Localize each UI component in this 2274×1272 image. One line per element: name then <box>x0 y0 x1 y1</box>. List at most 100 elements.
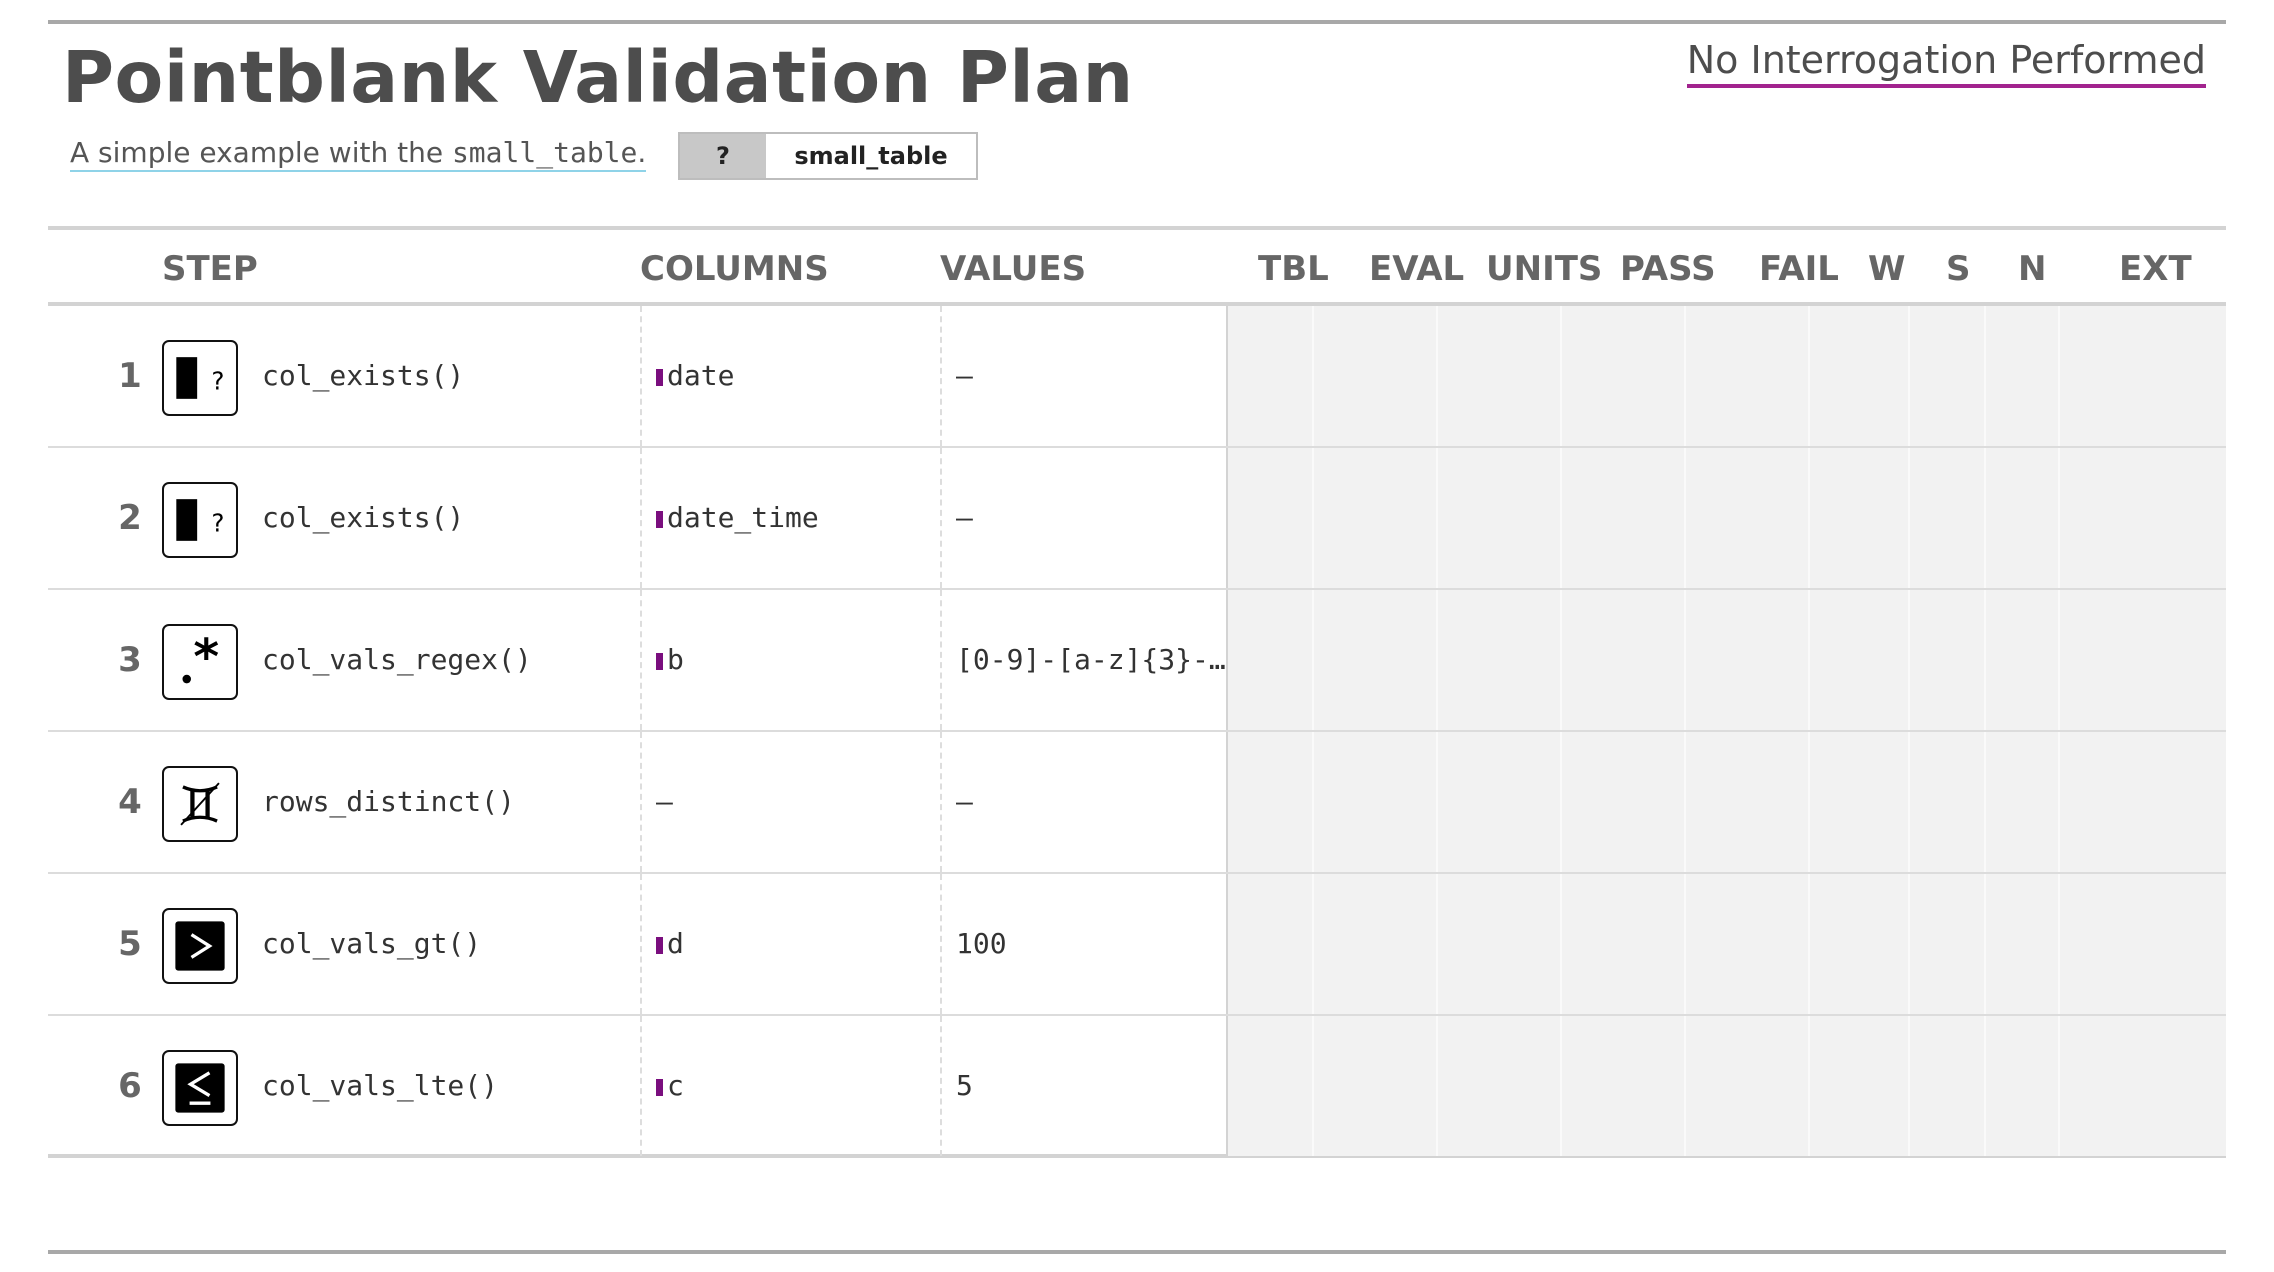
gemini-icon <box>162 766 238 842</box>
table-name-badge: small_table <box>766 134 976 178</box>
validation-table: STEP COLUMNS VALUES TBL EVAL UNITS PASS … <box>48 226 2226 1158</box>
header-n: N <box>2018 249 2047 289</box>
column-name: b <box>667 643 684 676</box>
header-values: VALUES <box>940 249 1087 289</box>
column-separator <box>1684 874 1686 1014</box>
step-number: 3 <box>118 640 142 680</box>
column-separator <box>1312 1016 1314 1156</box>
header-columns: COLUMNS <box>640 249 829 289</box>
table-row: 3 * col_vals_regex() b [0-9]-[a-z]{3}-… <box>48 590 2226 732</box>
table-badge: ? small_table <box>678 132 978 180</box>
step-values: 5 <box>940 1016 1240 1156</box>
column-separator <box>1984 448 1986 588</box>
header-tbl: TBL <box>1258 249 1329 289</box>
step-number: 1 <box>118 356 142 396</box>
column-separator <box>1436 590 1438 730</box>
table-row: 4 rows_distinct() — — <box>48 732 2226 874</box>
column-separator <box>1908 874 1910 1014</box>
subtitle-code: small_table <box>451 136 638 169</box>
column-separator <box>1312 448 1314 588</box>
greater-than-icon <box>162 908 238 984</box>
step-column: date <box>640 306 940 446</box>
column-separator <box>1908 1016 1910 1156</box>
column-separator <box>1984 306 1986 446</box>
step-values: — <box>940 306 1240 446</box>
column-separator <box>2058 306 2060 446</box>
column-separator <box>1436 448 1438 588</box>
results-area <box>1226 732 2226 872</box>
column-separator <box>1684 732 1686 872</box>
column-name: d <box>667 927 684 960</box>
step-function: col_exists() <box>262 359 465 392</box>
column-separator <box>1684 1016 1686 1156</box>
subtitle: A simple example with the small_table. <box>70 136 647 172</box>
header-step: STEP <box>162 249 258 289</box>
column-separator <box>1312 306 1314 446</box>
column-marker <box>656 1079 663 1096</box>
header-s: S <box>1946 249 1971 289</box>
svg-text:*: * <box>193 627 219 685</box>
table-type-badge: ? <box>680 134 766 178</box>
column-separator <box>1908 448 1910 588</box>
column-separator <box>1684 590 1686 730</box>
header-ext: EXT <box>2119 249 2192 289</box>
column-separator <box>1560 448 1562 588</box>
step-column: date_time <box>640 448 940 588</box>
column-separator <box>1984 590 1986 730</box>
step-number: 2 <box>118 498 142 538</box>
page-title: Pointblank Validation Plan <box>62 36 1134 119</box>
column-separator <box>1436 874 1438 1014</box>
col-exists-icon: ? <box>162 482 238 558</box>
step-function: col_exists() <box>262 501 465 534</box>
svg-text:?: ? <box>211 508 224 537</box>
subtitle-suffix: . <box>637 136 647 169</box>
column-marker <box>656 511 663 528</box>
column-separator <box>1808 1016 1810 1156</box>
step-column: — <box>640 732 940 872</box>
column-separator <box>2058 590 2060 730</box>
column-marker <box>656 653 663 670</box>
col-exists-icon: ? <box>162 340 238 416</box>
column-separator <box>1436 1016 1438 1156</box>
step-number: 4 <box>118 782 142 822</box>
header-w: W <box>1868 249 1906 289</box>
table-row: 6 col_vals_lte() c 5 <box>48 1016 2226 1158</box>
column-separator <box>1684 448 1686 588</box>
bottom-rule <box>48 1250 2226 1254</box>
results-area <box>1226 1016 2226 1156</box>
table-row: 1 ? col_exists() date — <box>48 306 2226 448</box>
column-separator <box>1436 732 1438 872</box>
header-units: UNITS <box>1486 249 1603 289</box>
column-marker <box>656 937 663 954</box>
column-name: date <box>667 359 735 392</box>
interrogation-status: No Interrogation Performed <box>1686 38 2206 88</box>
step-column: c <box>640 1016 940 1156</box>
column-separator <box>1808 874 1810 1014</box>
regex-icon: * <box>162 624 238 700</box>
step-values: — <box>940 732 1240 872</box>
column-separator <box>1808 306 1810 446</box>
step-function: col_vals_lte() <box>262 1069 499 1102</box>
column-separator <box>1808 732 1810 872</box>
top-rule <box>48 20 2226 24</box>
step-number: 5 <box>118 924 142 964</box>
step-function: rows_distinct() <box>262 785 515 818</box>
validation-report: Pointblank Validation Plan No Interrogat… <box>0 0 2274 1272</box>
column-name: date_time <box>667 501 819 534</box>
column-separator <box>1984 874 1986 1014</box>
results-area <box>1226 448 2226 588</box>
svg-text:?: ? <box>211 366 224 395</box>
header-fail: FAIL <box>1759 249 1839 289</box>
step-function: col_vals_gt() <box>262 927 482 960</box>
column-separator <box>1436 306 1438 446</box>
column-separator <box>2058 1016 2060 1156</box>
column-separator <box>1560 732 1562 872</box>
table-header: STEP COLUMNS VALUES TBL EVAL UNITS PASS … <box>48 226 2226 306</box>
results-area <box>1226 874 2226 1014</box>
column-marker <box>656 369 663 386</box>
less-equal-icon <box>162 1050 238 1126</box>
column-separator <box>1312 732 1314 872</box>
results-area <box>1226 306 2226 446</box>
step-number: 6 <box>118 1066 142 1106</box>
column-separator <box>1908 732 1910 872</box>
